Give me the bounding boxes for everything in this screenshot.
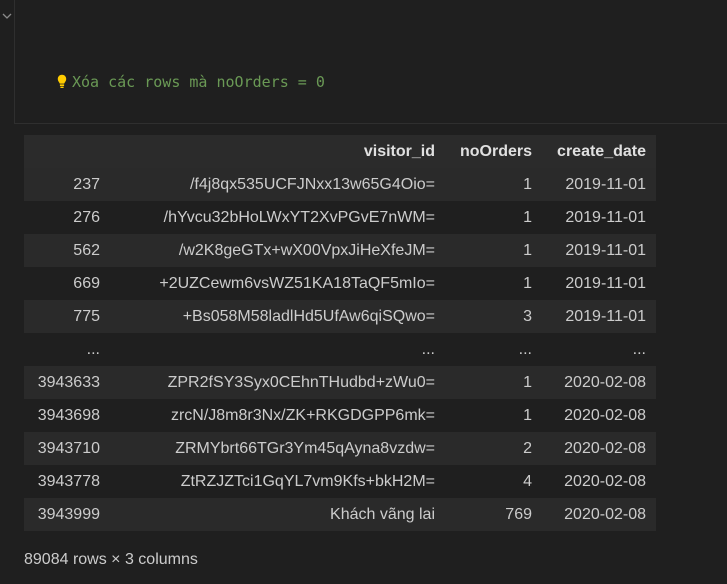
row-index: 276 — [24, 201, 110, 234]
row-index: 237 — [24, 168, 110, 201]
header-create-date: create_date — [542, 135, 656, 168]
row-index: 3943698 — [24, 399, 110, 432]
cell-create-date: ... — [542, 333, 656, 366]
cell-create-date: 2019-11-01 — [542, 201, 656, 234]
row-index: 3943710 — [24, 432, 110, 465]
cell-visitor-id: ZPR2fSY3Syx0CEhnTHudbd+zWu0= — [110, 366, 445, 399]
cell-noorders: 1 — [445, 234, 542, 267]
cell-create-date: 2019-11-01 — [542, 168, 656, 201]
dataframe-table: visitor_id noOrders create_date 237 /f4j… — [24, 135, 656, 531]
dataframe-header: visitor_id noOrders create_date — [24, 135, 656, 168]
cell-create-date: 2019-11-01 — [542, 300, 656, 333]
code-cell[interactable]: Xóa các rows mà noOrders = 0 data_buy = … — [14, 0, 727, 235]
table-row: 276 /hYvcu32bHoLWxYT2XvPGvE7nWM= 1 2019-… — [24, 201, 656, 234]
cell-create-date: 2020-02-08 — [542, 498, 656, 531]
cell-noorders: 769 — [445, 498, 542, 531]
cell-visitor-id: +Bs058M58ladlHd5UfAw6qiSQwo= — [110, 300, 445, 333]
cell-visitor-id: /hYvcu32bHoLWxYT2XvPGvE7nWM= — [110, 201, 445, 234]
comment-text: Xóa các rows mà noOrders = 0 — [72, 73, 325, 91]
cell-visitor-id: /w2K8geGTx+wX00VpxJiHeXfeJM= — [110, 234, 445, 267]
table-row: 775 +Bs058M58ladlHd5UfAw6qiSQwo= 3 2019-… — [24, 300, 656, 333]
cell-visitor-id: Khách vãng lai — [110, 498, 445, 531]
ellipsis-row: ... ... ... ... — [24, 333, 656, 366]
cell-noorders: 3 — [445, 300, 542, 333]
table-row: 3943633 ZPR2fSY3Syx0CEhnTHudbd+zWu0= 1 2… — [24, 366, 656, 399]
cell-noorders: 4 — [445, 465, 542, 498]
table-row: 562 /w2K8geGTx+wX00VpxJiHeXfeJM= 1 2019-… — [24, 234, 656, 267]
row-index: 3943633 — [24, 366, 110, 399]
row-index: ... — [24, 333, 110, 366]
cell-create-date: 2020-02-08 — [542, 432, 656, 465]
cell-gutter[interactable] — [0, 0, 14, 126]
cell-visitor-id: zrcN/J8m8r3Nx/ZK+RKGDGPP6mk= — [110, 399, 445, 432]
cell-noorders: 2 — [445, 432, 542, 465]
cell-create-date: 2019-11-01 — [542, 234, 656, 267]
table-row: 3943778 ZtRZJZTci1GqYL7vm9Kfs+bkH2M= 4 2… — [24, 465, 656, 498]
table-row: 3943698 zrcN/J8m8r3Nx/ZK+RKGDGPP6mk= 1 2… — [24, 399, 656, 432]
table-row: 669 +2UZCewm6vsWZ51KA18TaQF5mIo= 1 2019-… — [24, 267, 656, 300]
cell-visitor-id: ZRMYbrt66TGr3Ym45qAyna8vzdw= — [110, 432, 445, 465]
table-row: 3943710 ZRMYbrt66TGr3Ym45qAyna8vzdw= 2 2… — [24, 432, 656, 465]
cell-noorders: 1 — [445, 399, 542, 432]
row-index: 562 — [24, 234, 110, 267]
header-row: visitor_id noOrders create_date — [24, 135, 656, 168]
row-index: 3943999 — [24, 498, 110, 531]
cell-create-date: 2019-11-01 — [542, 267, 656, 300]
table-row: 237 /f4j8qx535UCFJNxx13w65G4Oio= 1 2019-… — [24, 168, 656, 201]
cell-visitor-id: +2UZCewm6vsWZ51KA18TaQF5mIo= — [110, 267, 445, 300]
cell-create-date: 2020-02-08 — [542, 465, 656, 498]
cell-visitor-id: ZtRZJZTci1GqYL7vm9Kfs+bkH2M= — [110, 465, 445, 498]
dataframe-body: 237 /f4j8qx535UCFJNxx13w65G4Oio= 1 2019-… — [24, 168, 656, 531]
table-row: 3943999 Khách vãng lai 769 2020-02-08 — [24, 498, 656, 531]
cell-noorders: 1 — [445, 267, 542, 300]
row-index: 775 — [24, 300, 110, 333]
header-noorders: noOrders — [445, 135, 542, 168]
cell-create-date: 2020-02-08 — [542, 399, 656, 432]
cell-noorders: 1 — [445, 366, 542, 399]
row-index: 3943778 — [24, 465, 110, 498]
cell-visitor-id: /f4j8qx535UCFJNxx13w65G4Oio= — [110, 168, 445, 201]
lightbulb-icon[interactable] — [57, 74, 67, 89]
header-visitor-id: visitor_id — [110, 135, 445, 168]
cell-noorders: ... — [445, 333, 542, 366]
notebook-view: Xóa các rows mà noOrders = 0 data_buy = … — [0, 0, 727, 584]
cell-noorders: 1 — [445, 201, 542, 234]
code-comment: Xóa các rows mà noOrders = 0 — [57, 73, 325, 91]
cell-visitor-id: ... — [110, 333, 445, 366]
cell-noorders: 1 — [445, 168, 542, 201]
header-index — [24, 135, 110, 168]
code-line-1: Xóa các rows mà noOrders = 0 — [57, 70, 644, 94]
chevron-down-icon[interactable] — [1, 10, 13, 22]
row-index: 669 — [24, 267, 110, 300]
dataframe-shape-footer: 89084 rows × 3 columns — [24, 551, 198, 568]
cell-create-date: 2020-02-08 — [542, 366, 656, 399]
